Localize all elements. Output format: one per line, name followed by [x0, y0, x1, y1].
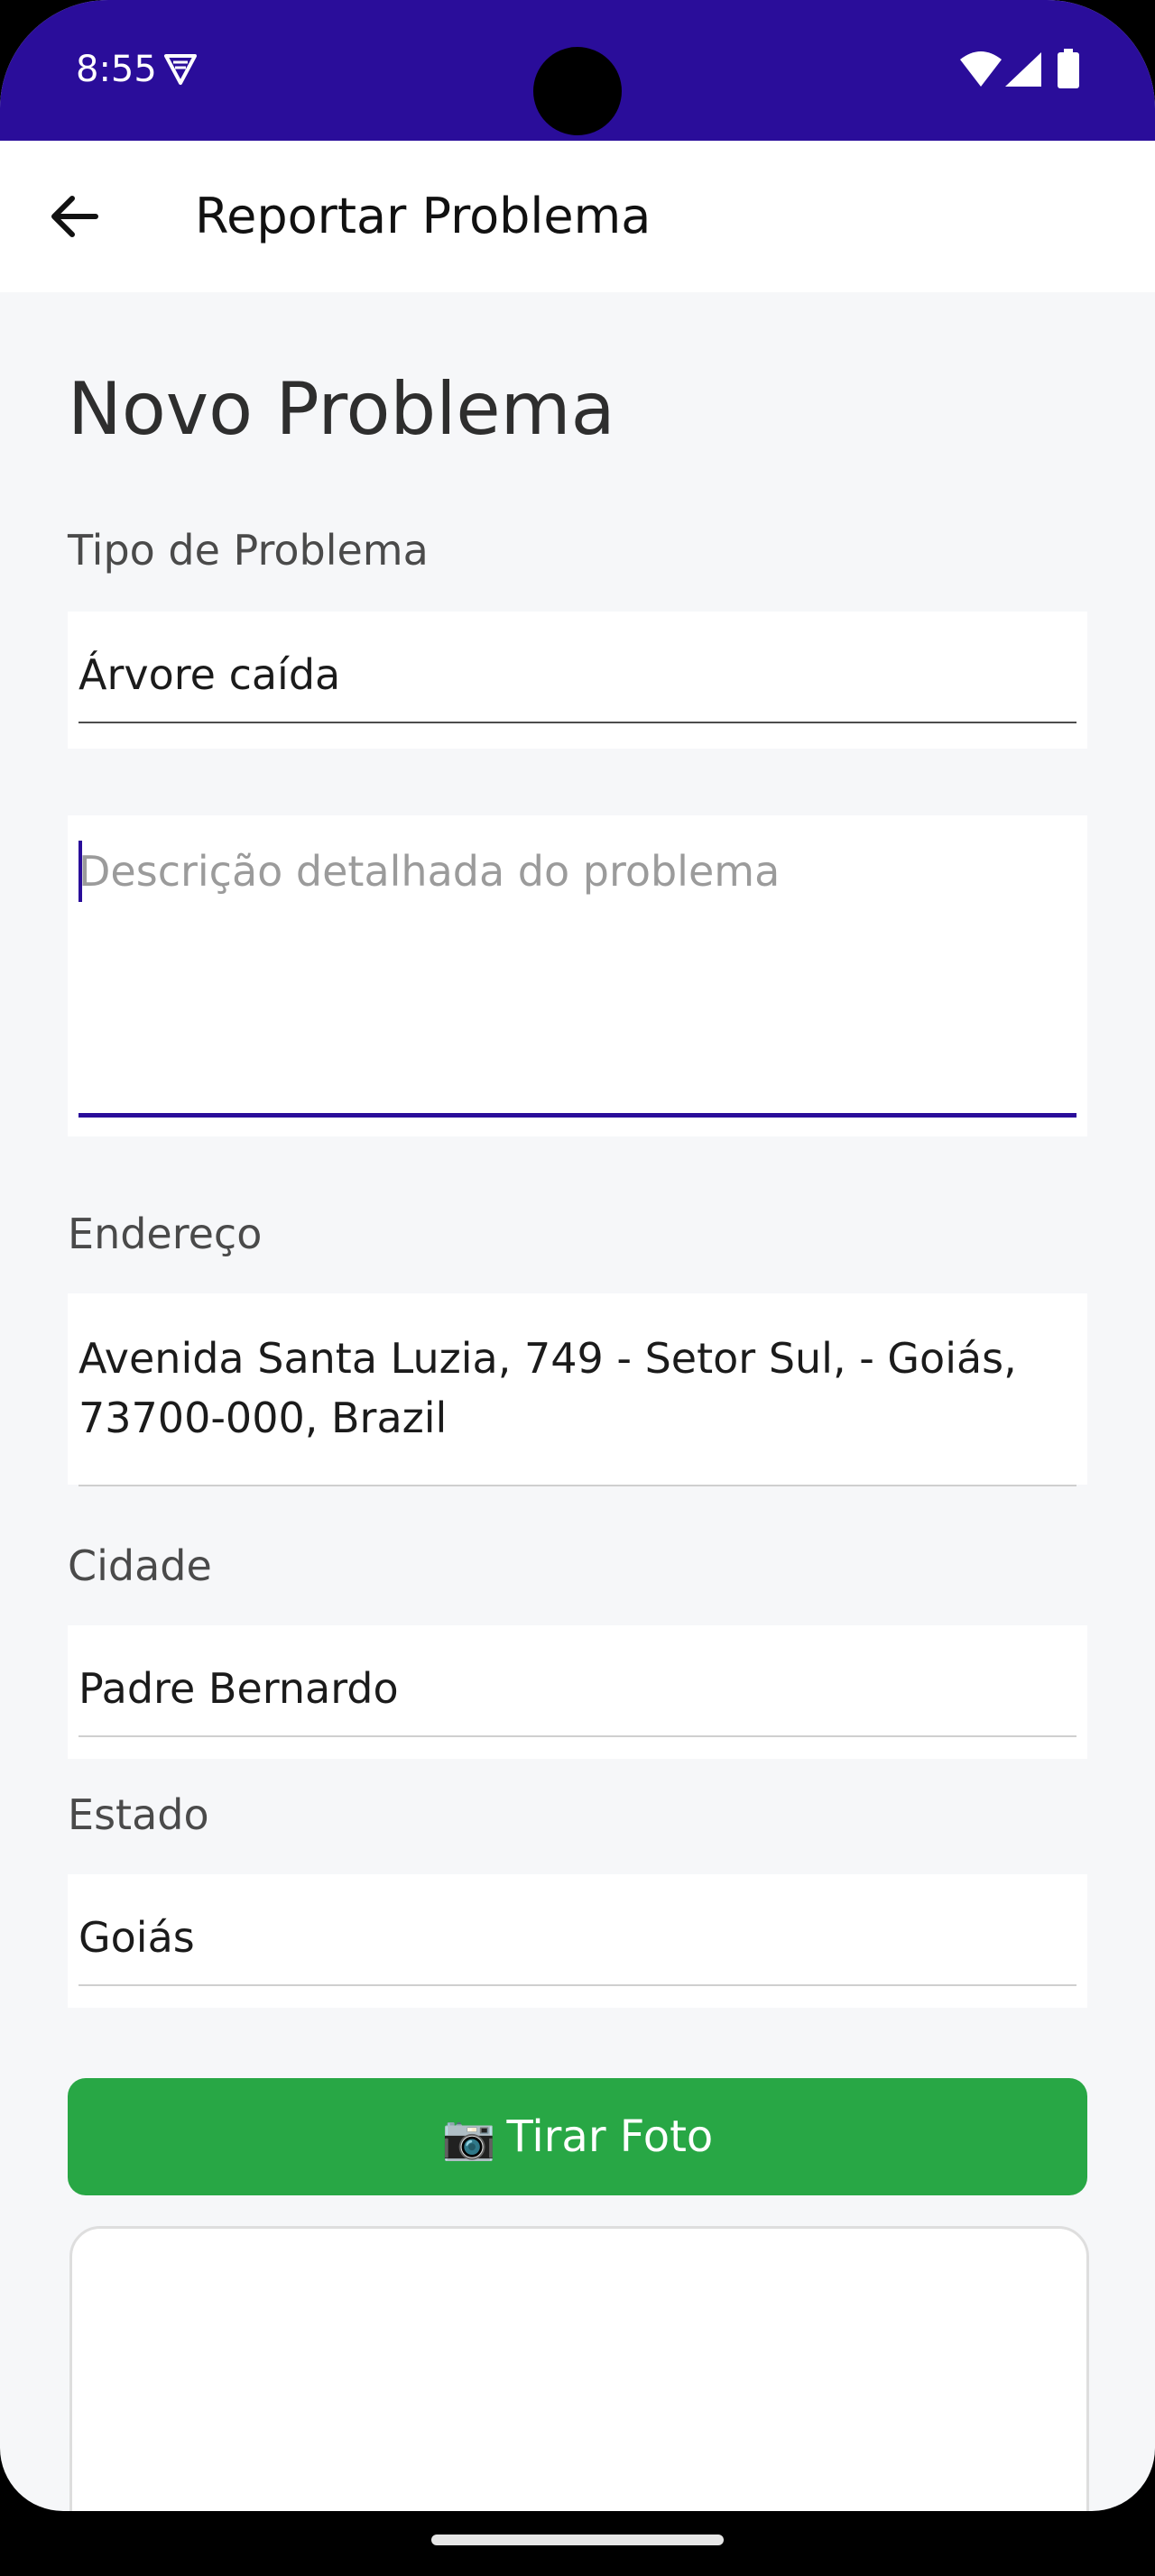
description-placeholder: Descrição detalhada do problema — [79, 847, 781, 896]
city-value: Padre Bernardo — [79, 1664, 399, 1713]
city-underline — [79, 1735, 1076, 1737]
address-underline — [79, 1485, 1076, 1486]
description-underline — [79, 1113, 1076, 1118]
status-bar: 8:55 — [0, 0, 1155, 141]
state-input[interactable]: Goiás — [68, 1874, 1087, 2008]
camera-icon: 📷 — [441, 2111, 496, 2163]
front-camera — [533, 47, 622, 135]
city-label: Cidade — [68, 1541, 212, 1590]
address-input[interactable]: Avenida Santa Luzia, 749 - Setor Sul, - … — [68, 1293, 1087, 1486]
problem-type-value: Árvore caída — [79, 650, 341, 699]
problem-type-underline — [79, 722, 1076, 723]
back-arrow-icon[interactable] — [43, 186, 105, 247]
battery-icon — [1058, 49, 1079, 88]
cellular-signal-icon — [1005, 52, 1041, 87]
vpn-shield-icon — [164, 54, 197, 85]
city-input[interactable]: Padre Bernardo — [68, 1625, 1087, 1759]
app-screen: 8:55 Reportar Problema Novo Problema Tip… — [0, 0, 1155, 2511]
problem-type-label: Tipo de Problema — [68, 526, 429, 575]
description-input[interactable]: Descrição detalhada do problema — [68, 815, 1087, 1136]
state-value: Goiás — [79, 1913, 195, 1962]
app-bar-title: Reportar Problema — [195, 188, 651, 244]
address-label: Endereço — [68, 1210, 263, 1258]
wifi-icon — [960, 51, 1002, 87]
state-label: Estado — [68, 1790, 209, 1839]
photo-preview-frame — [69, 2226, 1089, 2511]
app-bar: Reportar Problema — [0, 141, 1155, 292]
page-title: Novo Problema — [68, 367, 615, 451]
address-line-1: Avenida Santa Luzia, 749 - Setor Sul, - … — [79, 1334, 1017, 1383]
take-photo-label: Tirar Foto — [506, 2111, 714, 2162]
problem-type-picker[interactable]: Árvore caída — [68, 612, 1087, 749]
address-line-2: 73700-000, Brazil — [79, 1394, 448, 1442]
state-underline — [79, 1984, 1076, 1986]
home-indicator[interactable] — [431, 2535, 724, 2545]
take-photo-button[interactable]: 📷 Tirar Foto — [68, 2078, 1087, 2195]
status-time: 8:55 — [76, 49, 157, 90]
